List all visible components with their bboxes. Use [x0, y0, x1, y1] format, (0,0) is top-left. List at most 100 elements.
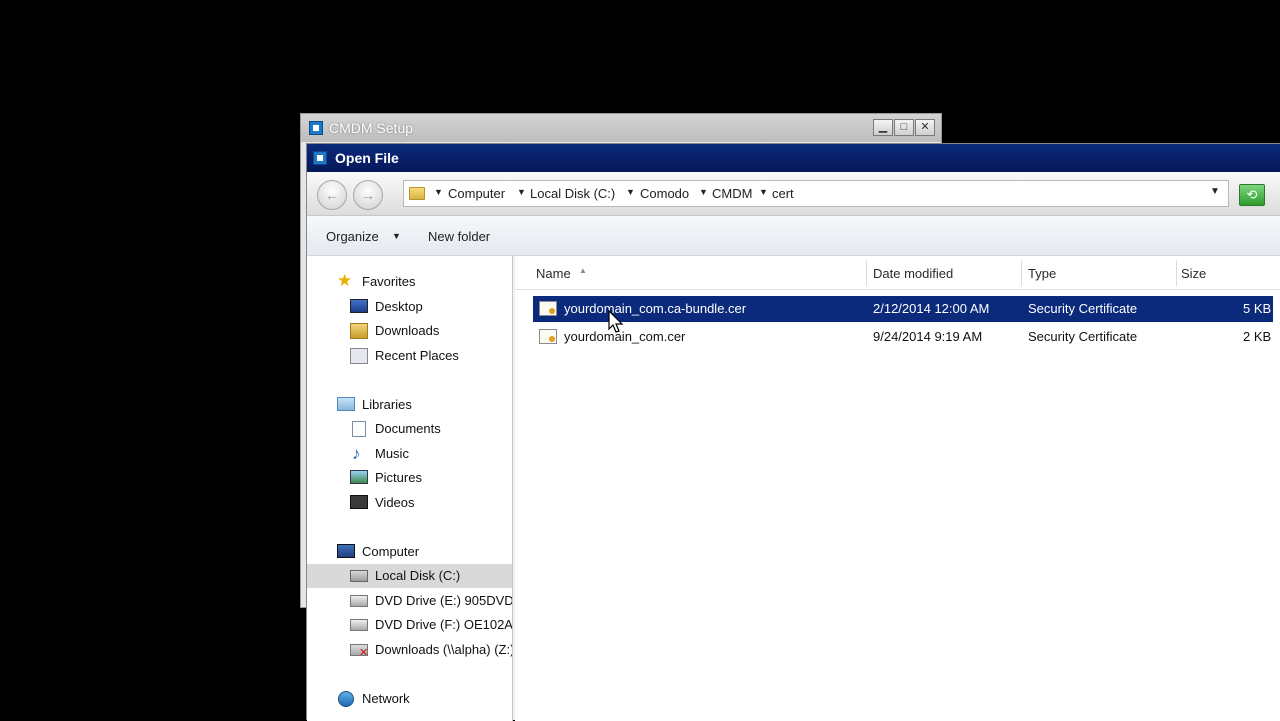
column-type[interactable]: Type	[1028, 266, 1056, 281]
file-type: Security Certificate	[1028, 301, 1138, 316]
certificate-icon	[539, 329, 557, 344]
downloads-folder-icon	[350, 323, 368, 339]
tree-pictures[interactable]: Pictures	[307, 466, 512, 490]
tree-downloads[interactable]: Downloads	[307, 319, 512, 343]
chevron-down-icon[interactable]: ▼	[517, 187, 526, 197]
column-size[interactable]: Size	[1181, 266, 1206, 281]
dvd-drive-icon	[350, 619, 368, 631]
pictures-icon	[350, 470, 368, 484]
column-name[interactable]: Name	[536, 266, 571, 281]
column-date-modified[interactable]: Date modified	[873, 266, 953, 281]
recent-places-icon	[350, 348, 368, 364]
navigation-pane: ★ Favorites Desktop Downloads Recent Pla…	[307, 256, 513, 721]
forward-arrow-icon[interactable]: →	[353, 180, 383, 210]
breadcrumb-computer[interactable]: Computer	[448, 186, 505, 201]
tree-label: Pictures	[375, 470, 422, 485]
dialog-titlebar[interactable]: Open File	[307, 144, 1280, 172]
tree-favorites[interactable]: ★ Favorites	[307, 270, 512, 294]
file-size: 2 KB	[1243, 329, 1272, 344]
file-list: Name ▲ Date modified Type Size yourdomai…	[515, 256, 1280, 721]
tree-network-downloads[interactable]: Downloads (\\alpha) (Z:)	[307, 638, 513, 662]
back-arrow-icon[interactable]: ←	[317, 180, 347, 210]
tree-music[interactable]: ♪ Music	[307, 442, 512, 466]
organize-dropdown-icon[interactable]: ▼	[392, 231, 401, 241]
file-name: yourdomain_com.ca-bundle.cer	[564, 301, 747, 316]
tree-dvd-e[interactable]: DVD Drive (E:) 905DVD	[307, 589, 513, 613]
music-icon: ♪	[352, 444, 361, 463]
chevron-down-icon[interactable]: ▼	[434, 187, 443, 197]
tree-dvd-f[interactable]: DVD Drive (F:) OE102A	[307, 613, 513, 637]
tree-label: Network	[362, 691, 410, 706]
command-toolbar: Organize ▼ New folder	[307, 216, 1280, 256]
tree-label: Computer	[362, 544, 420, 559]
breadcrumb-cert[interactable]: cert	[772, 186, 794, 201]
tree-label: Videos	[375, 495, 415, 510]
disconnected-network-drive-icon	[350, 644, 368, 659]
certificate-icon	[539, 301, 557, 316]
new-folder-button[interactable]: New folder	[428, 229, 490, 244]
organize-button[interactable]: Organize	[326, 229, 379, 244]
chevron-down-icon[interactable]: ▼	[699, 187, 708, 197]
tree-label: DVD Drive (F:) OE102A	[375, 617, 513, 632]
refresh-icon[interactable]: ⟲	[1239, 184, 1265, 206]
breadcrumb-cmdm[interactable]: CMDM	[712, 186, 752, 201]
tree-label: Music	[375, 446, 409, 461]
address-dropdown-icon[interactable]: ▼	[1210, 186, 1220, 197]
tree-videos[interactable]: Videos	[307, 491, 512, 515]
mouse-cursor-icon	[608, 310, 624, 333]
chevron-down-icon[interactable]: ▼	[626, 187, 635, 197]
tree-label: DVD Drive (E:) 905DVD	[375, 593, 513, 608]
tree-computer[interactable]: Computer	[307, 540, 512, 564]
desktop-icon	[350, 299, 368, 313]
breadcrumb-local-disk[interactable]: Local Disk (C:)	[530, 186, 615, 201]
network-icon	[338, 691, 354, 707]
tree-documents[interactable]: Documents	[307, 417, 512, 441]
tree-network[interactable]: Network	[307, 687, 512, 711]
tree-label: Libraries	[362, 397, 412, 412]
breadcrumb-comodo[interactable]: Comodo	[640, 186, 689, 201]
tree-label: Favorites	[362, 274, 416, 289]
tree-label: Downloads (\\alpha) (Z:)	[375, 642, 513, 657]
navigation-bar: ← → ▼ Computer ▼ Local Disk (C:) ▼ Comod…	[307, 172, 1280, 216]
chevron-down-icon[interactable]: ▼	[759, 187, 768, 197]
minimize-button[interactable]: ▁	[873, 119, 893, 136]
file-date: 9/24/2014 9:19 AM	[873, 329, 983, 344]
setup-window-title: CMDM Setup	[329, 120, 414, 136]
tree-label: Local Disk (C:)	[375, 568, 461, 583]
address-bar[interactable]: ▼ Computer ▼ Local Disk (C:) ▼ Comodo ▼ …	[403, 180, 1229, 207]
sort-ascending-icon: ▲	[579, 266, 587, 275]
folder-icon	[409, 187, 425, 200]
column-divider[interactable]	[866, 260, 867, 286]
tree-desktop[interactable]: Desktop	[307, 295, 512, 319]
tree-label: Downloads	[375, 323, 440, 338]
close-button[interactable]: ✕	[915, 119, 935, 136]
open-file-dialog: Open File ← → ▼ Computer ▼ Local Disk (C…	[306, 143, 1280, 721]
tree-label: Recent Places	[375, 348, 459, 363]
app-icon	[309, 121, 323, 135]
column-divider[interactable]	[1021, 260, 1022, 286]
videos-icon	[350, 495, 368, 509]
documents-icon	[352, 421, 366, 437]
tree-label: Desktop	[375, 299, 423, 314]
tree-recent-places[interactable]: Recent Places	[307, 344, 512, 368]
maximize-button[interactable]: □	[894, 119, 914, 136]
tree-libraries[interactable]: Libraries	[307, 393, 512, 417]
file-name: yourdomain_com.cer	[564, 329, 686, 344]
computer-icon	[337, 544, 355, 558]
column-divider[interactable]	[1176, 260, 1177, 286]
setup-titlebar[interactable]: CMDM Setup ▁ □ ✕	[301, 114, 941, 142]
tree-label: Documents	[375, 421, 441, 436]
file-size: 5 KB	[1243, 301, 1272, 316]
table-row[interactable]: yourdomain_com.ca-bundle.cer 2/12/2014 1…	[533, 296, 1273, 322]
file-type: Security Certificate	[1028, 329, 1138, 344]
dvd-drive-icon	[350, 595, 368, 607]
table-row[interactable]: yourdomain_com.cer 9/24/2014 9:19 AM Sec…	[533, 324, 1273, 350]
column-header: Name ▲ Date modified Type Size	[515, 256, 1280, 290]
star-icon: ★	[337, 271, 353, 290]
dialog-title: Open File	[335, 150, 399, 166]
file-date: 2/12/2014 12:00 AM	[873, 301, 990, 316]
libraries-icon	[337, 397, 355, 411]
local-disk-icon	[350, 570, 368, 582]
dialog-app-icon	[313, 151, 327, 165]
tree-local-disk[interactable]: Local Disk (C:)	[307, 564, 512, 588]
